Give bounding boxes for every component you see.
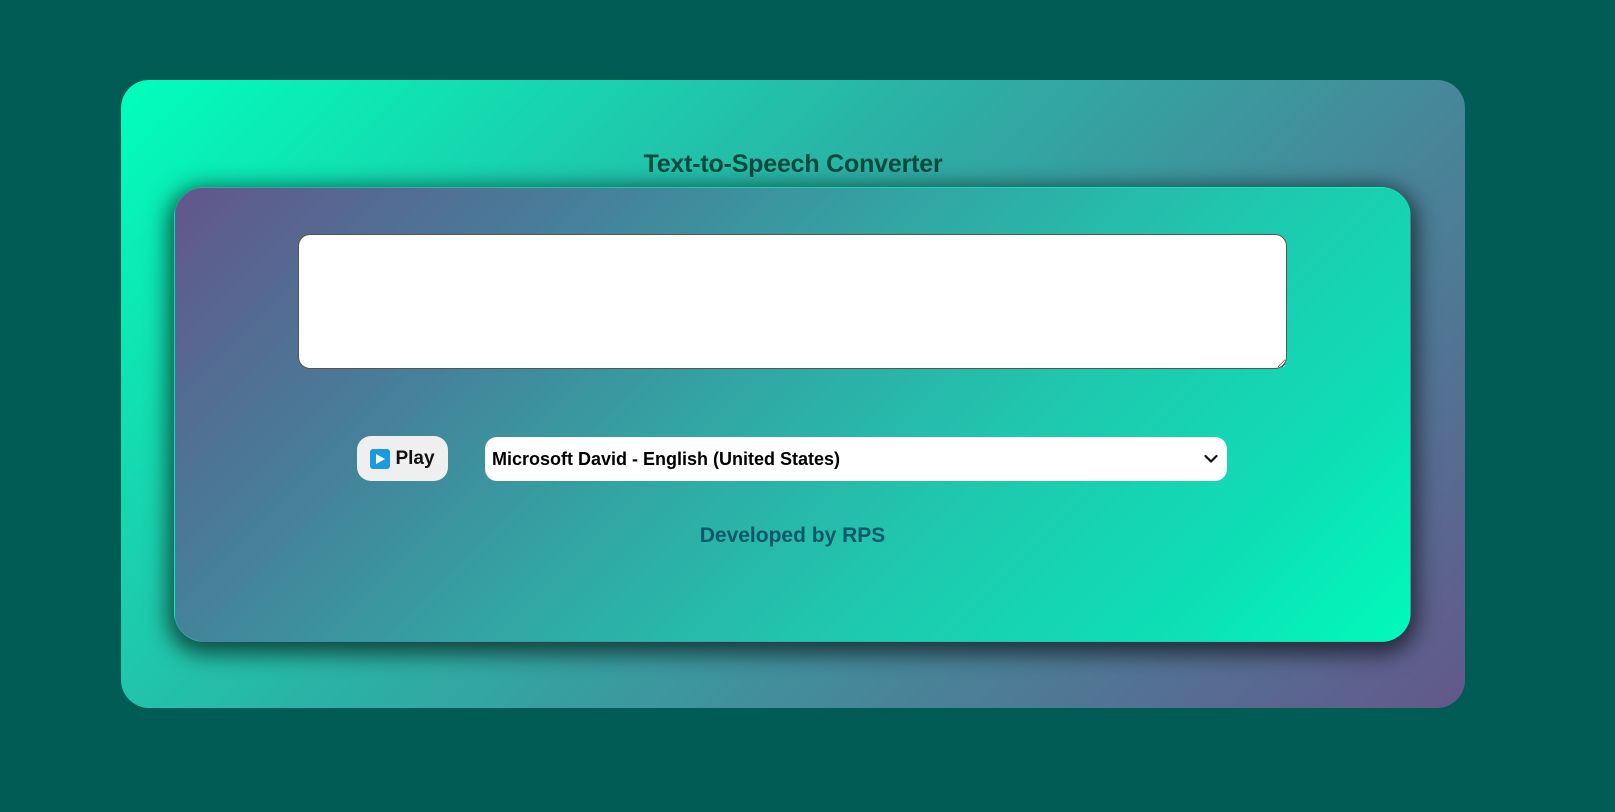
chevron-down-icon bbox=[1203, 451, 1219, 467]
voice-select-value: Microsoft David - English (United States… bbox=[492, 448, 841, 469]
play-button-label: Play bbox=[395, 447, 435, 469]
play-button[interactable]: Play bbox=[357, 436, 448, 481]
voice-select[interactable]: Microsoft David - English (United States… bbox=[485, 437, 1227, 481]
developer-credit: Developed by RPS bbox=[699, 524, 886, 547]
play-icon bbox=[370, 448, 391, 469]
converter-card: Play Microsoft David - English (United S… bbox=[174, 187, 1411, 642]
page-title: Text-to-Speech Converter bbox=[643, 150, 943, 178]
text-input[interactable] bbox=[298, 234, 1287, 369]
app-container: Text-to-Speech Converter Play Microsoft … bbox=[121, 80, 1465, 708]
